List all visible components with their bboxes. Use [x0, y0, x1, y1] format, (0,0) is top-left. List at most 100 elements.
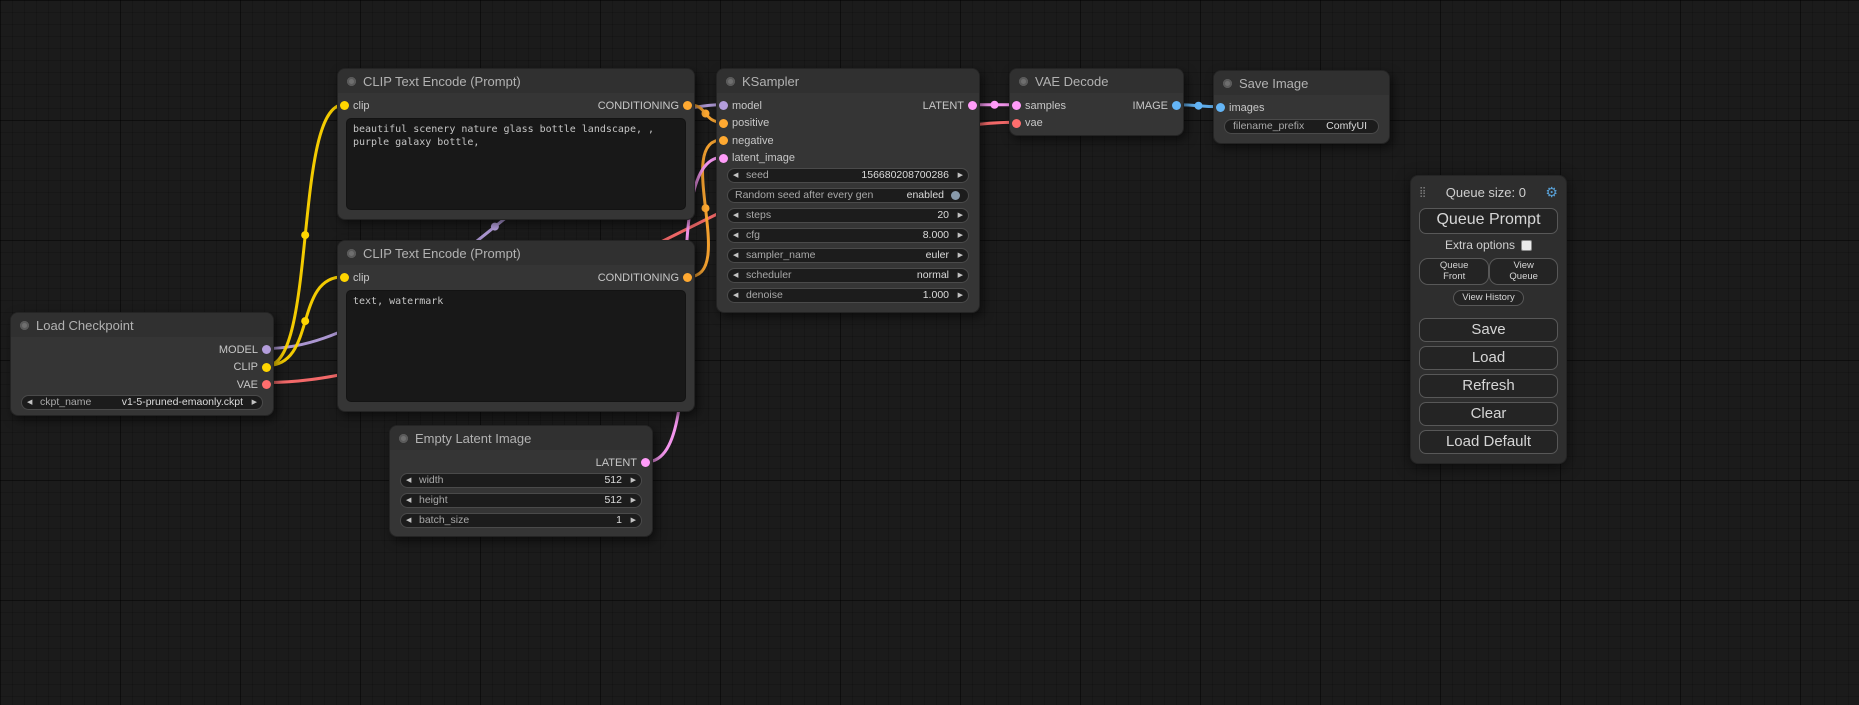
height-widget[interactable]: ◀ height 512 ▶ [400, 493, 642, 508]
random-seed-toggle-widget[interactable]: Random seed after every gen enabled [727, 188, 969, 203]
node-clip-text-encode-negative[interactable]: CLIP Text Encode (Prompt) clip CONDITION… [337, 240, 695, 412]
latent-output-dot[interactable] [968, 101, 977, 110]
increment-arrow-icon[interactable]: ▶ [246, 396, 257, 409]
prompt-text-input[interactable]: beautiful scenery nature glass bottle la… [346, 118, 686, 211]
collapse-dot-icon[interactable] [399, 434, 408, 443]
negative-input-dot[interactable] [719, 136, 728, 145]
increment-arrow-icon[interactable]: ▶ [952, 289, 963, 302]
clip-input-dot[interactable] [340, 101, 349, 110]
increment-arrow-icon[interactable]: ▶ [625, 494, 636, 507]
increment-arrow-icon[interactable]: ▶ [625, 514, 636, 527]
toggle-on-dot[interactable] [951, 191, 960, 200]
node-title: CLIP Text Encode (Prompt) [363, 74, 521, 89]
conditioning-output-dot[interactable] [683, 273, 692, 282]
conditioning-output-dot[interactable] [683, 101, 692, 110]
decrement-arrow-icon[interactable]: ◀ [733, 289, 744, 302]
widget-label: ckpt_name [40, 396, 91, 409]
increment-arrow-icon[interactable]: ▶ [625, 474, 636, 487]
output-slot-clip: CLIP [11, 359, 273, 377]
collapse-dot-icon[interactable] [20, 321, 29, 330]
prompt-text-input[interactable]: text, watermark [346, 290, 686, 403]
node-title-bar[interactable]: Empty Latent Image [390, 426, 652, 450]
slot-row: clip CONDITIONING [338, 97, 694, 115]
increment-arrow-icon[interactable]: ▶ [952, 229, 963, 242]
decrement-arrow-icon[interactable]: ◀ [733, 269, 744, 282]
node-title-bar[interactable]: Save Image [1214, 71, 1389, 95]
decrement-arrow-icon[interactable]: ◀ [733, 169, 744, 182]
latent-image-input-dot[interactable] [719, 154, 728, 163]
widget-value: 8.000 [923, 229, 949, 242]
node-title: KSampler [742, 74, 799, 89]
link-midpoint-dot [702, 204, 710, 212]
collapse-dot-icon[interactable] [347, 249, 356, 258]
decrement-arrow-icon[interactable]: ◀ [406, 474, 417, 487]
queue-menu-panel[interactable]: ⣿ Queue size: 0 ⚙ Queue Prompt Extra opt… [1410, 175, 1567, 464]
settings-gear-icon[interactable]: ⚙ [1545, 184, 1558, 201]
node-empty-latent-image[interactable]: Empty Latent Image LATENT ◀ width 512 ▶ … [389, 425, 653, 537]
filename-prefix-widget[interactable]: filename_prefix ComfyUI [1224, 119, 1379, 134]
load-button[interactable]: Load [1419, 346, 1558, 370]
node-clip-text-encode-positive[interactable]: CLIP Text Encode (Prompt) clip CONDITION… [337, 68, 695, 220]
node-save-image[interactable]: Save Image images filename_prefix ComfyU… [1213, 70, 1390, 144]
widget-label: cfg [746, 229, 760, 242]
denoise-widget[interactable]: ◀ denoise 1.000 ▶ [727, 288, 969, 303]
model-input-dot[interactable] [719, 101, 728, 110]
steps-widget[interactable]: ◀ steps 20 ▶ [727, 208, 969, 223]
decrement-arrow-icon[interactable]: ◀ [733, 209, 744, 222]
node-graph-canvas[interactable]: Load Checkpoint MODEL CLIP VAE ◀ ckpt_na… [0, 0, 1859, 705]
ckpt-name-widget[interactable]: ◀ ckpt_name v1-5-pruned-emaonly.ckpt ▶ [21, 395, 263, 410]
save-button[interactable]: Save [1419, 318, 1558, 342]
images-input-dot[interactable] [1216, 103, 1225, 112]
latent-output-dot[interactable] [641, 458, 650, 467]
queue-size-label: Queue size: 0 [1446, 185, 1526, 200]
vae-output-dot[interactable] [262, 380, 271, 389]
sampler-name-widget[interactable]: ◀ sampler_name euler ▶ [727, 248, 969, 263]
clear-button[interactable]: Clear [1419, 402, 1558, 426]
node-title-bar[interactable]: CLIP Text Encode (Prompt) [338, 241, 694, 265]
output-slot-latent: LATENT [390, 454, 652, 472]
queue-front-button[interactable]: Queue Front [1419, 258, 1489, 285]
positive-input-dot[interactable] [719, 119, 728, 128]
input-slot-latent-image: latent_image [717, 150, 979, 168]
node-ksampler[interactable]: KSampler model LATENT positive negative … [716, 68, 980, 313]
decrement-arrow-icon[interactable]: ◀ [406, 514, 417, 527]
node-title-bar[interactable]: KSampler [717, 69, 979, 93]
scheduler-widget[interactable]: ◀ scheduler normal ▶ [727, 268, 969, 283]
decrement-arrow-icon[interactable]: ◀ [733, 249, 744, 262]
slot-label: LATENT [596, 457, 637, 469]
decrement-arrow-icon[interactable]: ◀ [733, 229, 744, 242]
batch-size-widget[interactable]: ◀ batch_size 1 ▶ [400, 513, 642, 528]
extra-options-checkbox[interactable] [1521, 240, 1532, 251]
collapse-dot-icon[interactable] [1019, 77, 1028, 86]
node-title-bar[interactable]: VAE Decode [1010, 69, 1183, 93]
vae-input-dot[interactable] [1012, 119, 1021, 128]
drag-handle-icon[interactable]: ⣿ [1419, 187, 1426, 198]
increment-arrow-icon[interactable]: ▶ [952, 249, 963, 262]
cfg-widget[interactable]: ◀ cfg 8.000 ▶ [727, 228, 969, 243]
model-output-dot[interactable] [262, 345, 271, 354]
node-vae-decode[interactable]: VAE Decode samples IMAGE vae [1009, 68, 1184, 136]
increment-arrow-icon[interactable]: ▶ [952, 209, 963, 222]
node-title-bar[interactable]: Load Checkpoint [11, 313, 273, 337]
collapse-dot-icon[interactable] [1223, 79, 1232, 88]
image-output-dot[interactable] [1172, 101, 1181, 110]
output-slot-model: MODEL [11, 341, 273, 359]
refresh-button[interactable]: Refresh [1419, 374, 1558, 398]
view-history-button[interactable]: View History [1453, 290, 1524, 306]
seed-widget[interactable]: ◀ seed 156680208700286 ▶ [727, 168, 969, 183]
collapse-dot-icon[interactable] [726, 77, 735, 86]
node-load-checkpoint[interactable]: Load Checkpoint MODEL CLIP VAE ◀ ckpt_na… [10, 312, 274, 416]
load-default-button[interactable]: Load Default [1419, 430, 1558, 454]
clip-input-dot[interactable] [340, 273, 349, 282]
view-queue-button[interactable]: View Queue [1489, 258, 1558, 285]
queue-prompt-button[interactable]: Queue Prompt [1419, 208, 1558, 234]
decrement-arrow-icon[interactable]: ◀ [406, 494, 417, 507]
collapse-dot-icon[interactable] [347, 77, 356, 86]
clip-output-dot[interactable] [262, 363, 271, 372]
decrement-arrow-icon[interactable]: ◀ [27, 396, 38, 409]
node-title-bar[interactable]: CLIP Text Encode (Prompt) [338, 69, 694, 93]
increment-arrow-icon[interactable]: ▶ [952, 169, 963, 182]
increment-arrow-icon[interactable]: ▶ [952, 269, 963, 282]
samples-input-dot[interactable] [1012, 101, 1021, 110]
width-widget[interactable]: ◀ width 512 ▶ [400, 473, 642, 488]
